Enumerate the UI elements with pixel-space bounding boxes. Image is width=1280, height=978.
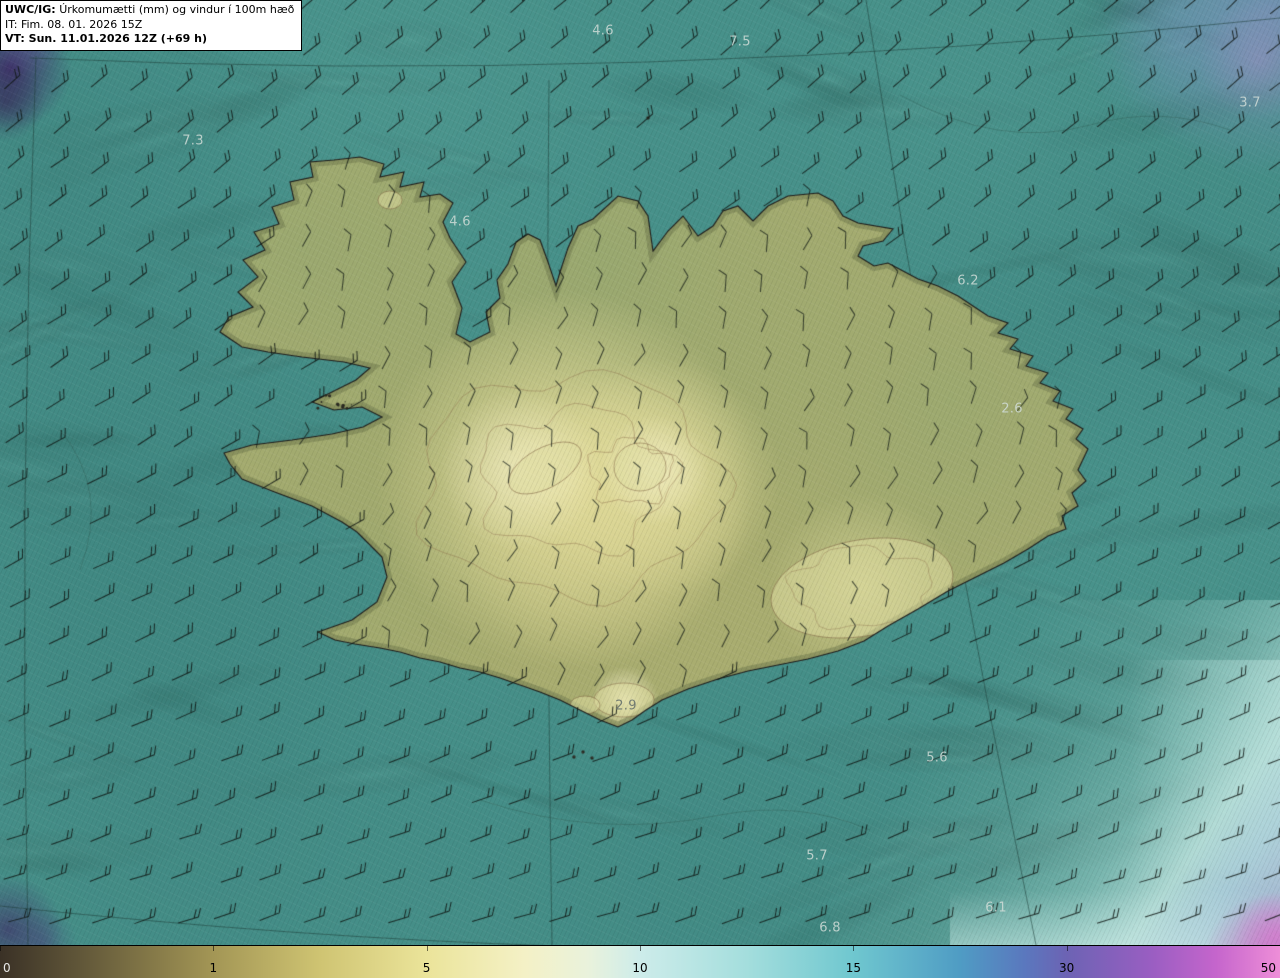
product-title-line: UWC/IG: Úrkomumætti (mm) og vindur í 100… <box>5 3 294 18</box>
colorbar-tick-mark <box>213 946 215 951</box>
colorbar-tick-label: 10 <box>632 961 648 975</box>
colorbar-tick-mark <box>426 946 428 951</box>
product-title: Úrkomumætti (mm) og vindur í 100m hæð <box>59 3 295 16</box>
colorbar-tick-mark <box>853 946 855 951</box>
colorbar-tick-label: 30 <box>1058 961 1075 975</box>
colorbar-tick-label: 50 <box>1260 961 1276 975</box>
map-info-box: UWC/IG: Úrkomumætti (mm) og vindur í 100… <box>0 0 303 52</box>
colorbar-tick-label: 15 <box>845 961 862 975</box>
precipitation-colorbar: 0 1 5 10 15 30 50 <box>0 945 1280 978</box>
colorbar-tick-label: 5 <box>422 961 431 975</box>
weather-map-viewport: 4.6 7.5 3.7 7.3 4.6 6.2 2.6 2.9 5.6 5.7 6.1 6.8 UWC… <box>0 0 1280 978</box>
product-code: UWC/IG: <box>5 3 56 16</box>
colorbar-tick-mark <box>0 946 1 951</box>
precipitation-wind-map <box>0 0 1280 945</box>
colorbar-tick-label: 1 <box>209 961 218 975</box>
colorbar-tick-mark <box>640 946 641 951</box>
colorbar-tick-label: 0 <box>3 961 11 975</box>
colorbar-tick-mark <box>1066 946 1068 951</box>
valid-time: VT: Sun. 11.01.2026 12Z (+69 h) <box>5 32 208 46</box>
init-time: IT: Fim. 08. 01. 2026 15Z <box>5 17 143 31</box>
